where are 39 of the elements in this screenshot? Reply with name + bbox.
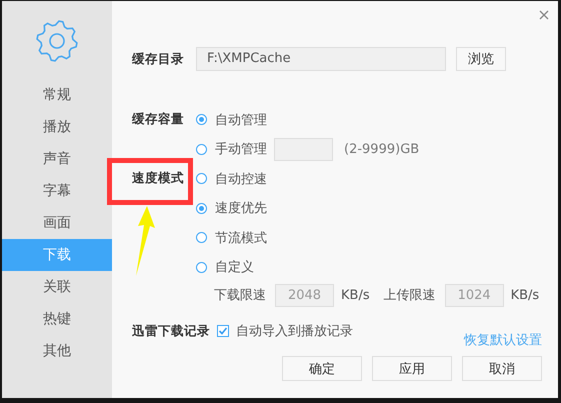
sidebar-item[interactable]: 常规 — [2, 79, 112, 111]
checkbox-label: 自动导入到播放记录 — [236, 323, 353, 340]
sidebar-item[interactable]: 热键 — [2, 303, 112, 335]
option-label: 手动管理 — [215, 141, 267, 158]
browse-button[interactable]: 浏览 — [456, 47, 506, 71]
dialog-button[interactable]: 确定 — [282, 356, 362, 381]
option-label: 速度优先 — [215, 200, 267, 218]
radio-button[interactable] — [196, 232, 207, 244]
limit-label: 上传限速 — [384, 287, 436, 304]
option-label: 自动控速 — [215, 170, 267, 188]
option-label: 自动管理 — [215, 112, 267, 129]
section-label: 迅雷下载记录 — [132, 322, 210, 340]
sidebar-item[interactable]: 画面 — [2, 207, 112, 239]
section-label: 缓存容量 — [132, 111, 185, 128]
radio-button[interactable] — [196, 173, 207, 184]
sidebar-item[interactable]: 字幕 — [2, 175, 112, 207]
sidebar-item[interactable]: 其他 — [2, 335, 112, 367]
size-field[interactable] — [274, 138, 333, 161]
radio-button[interactable] — [196, 144, 207, 155]
radio-button[interactable] — [196, 262, 207, 273]
radio-button[interactable] — [196, 114, 207, 126]
close-icon[interactable] — [539, 10, 549, 20]
unit-label: KB/s — [510, 288, 540, 302]
limit-label: 下载限速 — [214, 287, 266, 304]
path-field[interactable]: F:\XMPCache — [196, 47, 446, 71]
unit-label: KB/s — [341, 288, 370, 302]
option-label: 自定义 — [215, 259, 254, 276]
section-label: 缓存目录 — [132, 50, 185, 68]
sidebar-item[interactable]: 关联 — [2, 271, 112, 303]
sidebar-item[interactable]: 声音 — [2, 143, 112, 175]
dialog-button[interactable]: 应用 — [372, 356, 452, 381]
section-label: 速度模式 — [132, 170, 185, 188]
option-label: 节流模式 — [215, 230, 267, 247]
sidebar-item[interactable]: 播放 — [2, 111, 112, 143]
radio-button[interactable] — [196, 202, 207, 214]
gear-icon — [35, 19, 79, 63]
range-hint: (2-9999)GB — [344, 142, 420, 157]
dialog-button[interactable]: 取消 — [462, 356, 542, 381]
checkbox[interactable] — [217, 325, 229, 337]
